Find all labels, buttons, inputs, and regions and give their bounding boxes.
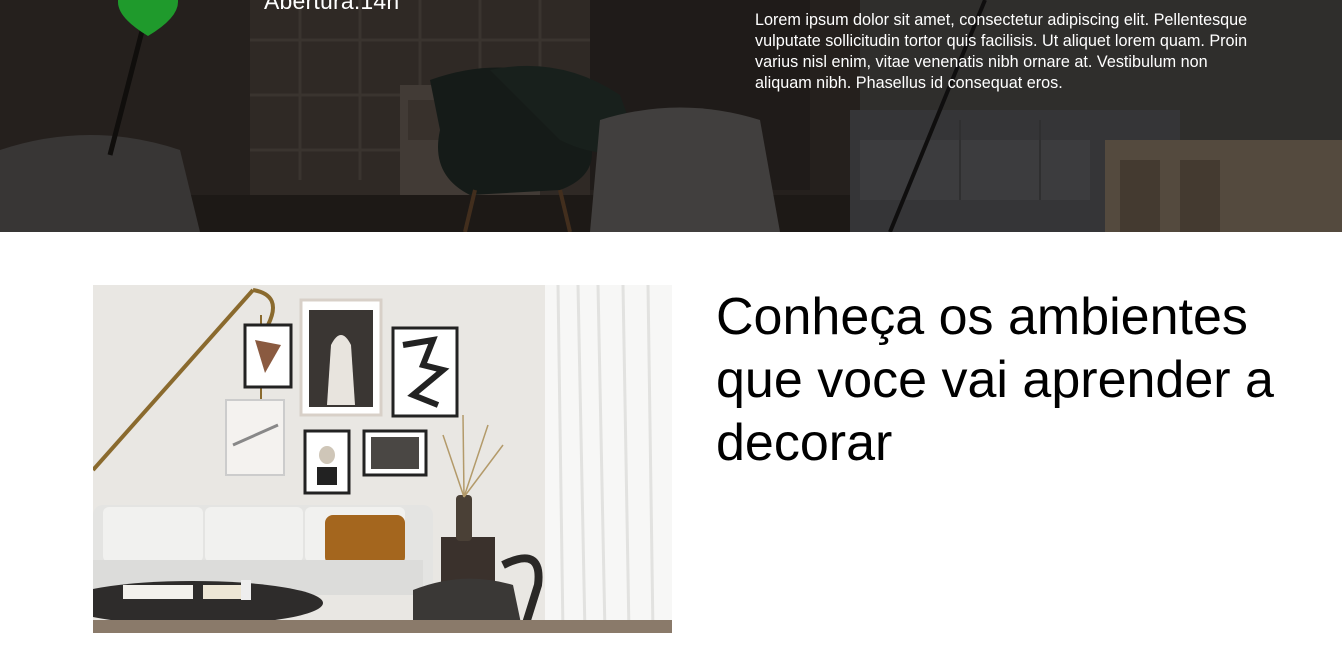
living-room-image [93, 285, 672, 633]
location-pin-icon [118, 0, 178, 36]
hero-banner: Abertura:14h Lorem ipsum dolor sit amet,… [0, 0, 1342, 232]
hero-description: Lorem ipsum dolor sit amet, consectetur … [755, 11, 1248, 92]
section-headline: Conheça os ambientes que voce vai aprend… [716, 288, 1274, 472]
opening-time-text: Abertura:14h [264, 0, 400, 14]
